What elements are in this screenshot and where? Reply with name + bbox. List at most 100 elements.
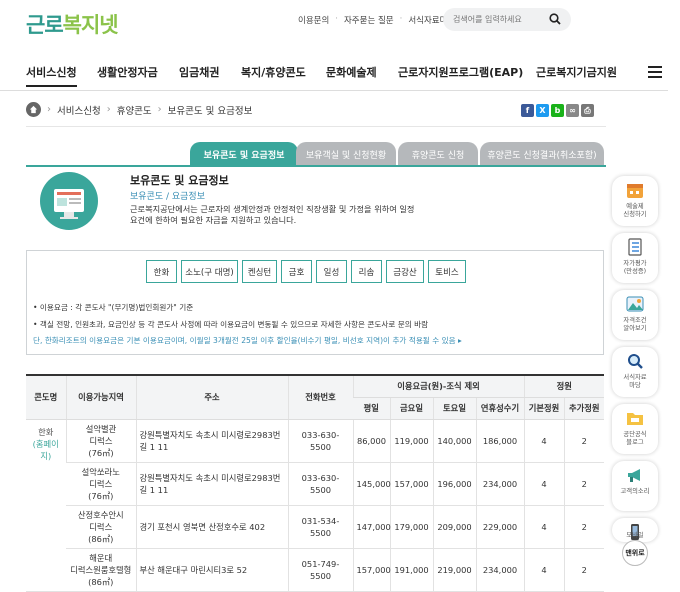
subheader-friday: 금요일 [389, 397, 433, 420]
condo-button-kensington[interactable]: 켄싱턴 [242, 260, 277, 283]
phone-cell: 033-630-5500 [287, 419, 353, 463]
table-row: 설악쏘라노 디럭스 (76㎡) 강원특별자치도 속초시 미시령로2983번길 1… [26, 462, 604, 506]
table-row: 해운대 디럭스원룸호텔형 (86㎡) 부산 해운대구 마린시티3로 52 051… [26, 548, 604, 592]
base-capacity-cell: 4 [523, 419, 564, 463]
address-cell: 강원특별자치도 속초시 미시령로2983번길 1 11 [135, 462, 288, 506]
condo-button-sono[interactable]: 소노(구 대명) [181, 260, 238, 283]
main-nav: 서비스신청 생활안정자금 임금채권 복지/휴양콘도 문화예술제 근로자지원프로그… [0, 62, 680, 87]
home-icon[interactable] [26, 102, 41, 117]
logo-main-text: 근로 [26, 13, 64, 37]
nav-wage-bond[interactable]: 임금채권 [179, 64, 219, 80]
address-cell: 강원특별자치도 속초시 미시령로2983번길 1 11 [135, 419, 288, 463]
quick-item-label: 모바일 [626, 532, 644, 539]
weekday-cell: 157,000 [352, 548, 391, 592]
breadcrumb-item[interactable]: 서비스신청 [57, 103, 101, 117]
search-input[interactable] [453, 15, 543, 24]
folder-icon [627, 413, 643, 425]
blog-share-icon[interactable]: b [551, 104, 564, 117]
condo-button-kumho[interactable]: 금호 [281, 260, 312, 283]
peak-cell: 234,000 [475, 462, 524, 506]
top-link-faq[interactable]: 자주묻는 질문 [344, 14, 394, 26]
subheader-peak: 연휴성수기 [475, 397, 524, 420]
condo-button-ilsung[interactable]: 일성 [316, 260, 347, 283]
region-cell: 해운대 디럭스원룸호텔형 (86㎡) [66, 548, 136, 592]
quick-item-label: 자가평가 (만성증) [623, 260, 647, 275]
top-link-inquiry[interactable]: 이용문의 [298, 14, 329, 26]
weekday-cell: 147,000 [352, 505, 391, 549]
phone-cell: 051-749-5500 [287, 548, 353, 592]
search-icon[interactable] [549, 13, 561, 25]
link-copy-icon[interactable]: ∞ [566, 104, 579, 117]
breadcrumb-item-current: 보유콘도 및 요금정보 [167, 105, 253, 117]
quick-item-label: 예술제 신청하기 [623, 203, 647, 218]
scroll-top-button[interactable]: 맨위로 [622, 540, 648, 566]
condo-rate-table: 콘도명 이용가능지역 주소 전화번호 이용요금(원)-조식 제외 정원 평일 금… [26, 374, 604, 592]
nav-eap[interactable]: 근로자지원프로그램(EAP) [398, 64, 523, 80]
checklist-icon [628, 238, 642, 256]
address-cell: 부산 해운대구 마린시티3로 52 [135, 548, 288, 592]
peak-cell: 186,000 [475, 419, 524, 463]
nav-service-apply[interactable]: 서비스신청 [26, 64, 77, 87]
extra-capacity-cell: 2 [563, 505, 604, 549]
quick-item-culture-apply[interactable]: 예술제 신청하기 [612, 176, 658, 226]
tab-condo-apply[interactable]: 휴양콘도 신청 [398, 142, 478, 166]
nav-divider [0, 90, 668, 91]
phone-cell: 033-630-5500 [287, 462, 353, 506]
chevron-right-icon: › [106, 104, 111, 115]
condo-button-resom[interactable]: 리솜 [351, 260, 382, 283]
site-logo[interactable]: 근로복지넷 [26, 9, 119, 39]
logo-accent-text: 복지넷 [62, 13, 119, 37]
condo-button-kumgangsan[interactable]: 금강산 [386, 260, 424, 283]
menu-icon[interactable] [648, 66, 662, 78]
table-row: 산정호수안시 디럭스 (86㎡) 경기 포천시 영북면 산정호수로 402 03… [26, 505, 604, 549]
quick-item-label: 공단공식 블로그 [623, 431, 647, 446]
friday-cell: 119,000 [389, 419, 433, 463]
nav-culture-festival[interactable]: 문화예술제 [326, 64, 377, 80]
quick-item-blog[interactable]: 공단공식 블로그 [612, 404, 658, 454]
subheader-extra-capacity: 추가정원 [563, 397, 604, 420]
tab-room-status[interactable]: 보유객실 및 신청현황 [296, 142, 396, 166]
condo-homepage-link[interactable]: (홈페이지) [33, 439, 59, 461]
nav-welfare-fund[interactable]: 근로복지기금지원 [536, 64, 617, 80]
search-icon [628, 354, 643, 369]
quick-item-mobile[interactable]: 모바일 [612, 518, 658, 542]
region-cell: 설악쏘라노 디럭스 (76㎡) [66, 462, 136, 506]
condo-info-box: 한화 소노(구 대명) 켄싱턴 금호 일성 리솜 금강산 토비스 • 이용요금 … [26, 250, 604, 355]
tab-apply-result[interactable]: 휴양콘도 신청결과(취소포함) [480, 142, 604, 166]
quick-item-voice[interactable]: 고객의소리 [612, 461, 658, 511]
quick-item-eligibility[interactable]: 자격조건 알아보기 [612, 290, 658, 340]
weekday-cell: 86,000 [352, 419, 390, 463]
quick-item-label: 서식자료 마당 [623, 374, 647, 389]
extra-capacity-cell: 2 [563, 419, 604, 463]
x-share-icon[interactable]: X [536, 104, 549, 117]
header-region: 이용가능지역 [65, 374, 136, 420]
base-capacity-cell: 4 [523, 505, 564, 549]
saturday-cell: 140,000 [432, 419, 476, 463]
subheader-base-capacity: 기본정원 [523, 397, 564, 420]
page-title: 보유콘도 및 요금정보 [130, 174, 229, 187]
condo-button-tobis[interactable]: 토비스 [428, 260, 466, 283]
nav-living-fund[interactable]: 생활안정자금 [97, 64, 158, 80]
note-hanwha-discount[interactable]: 단, 한화리조트의 이용요금은 기본 이용요금이며, 이월일 3개월전 25일 … [33, 335, 462, 346]
friday-cell: 157,000 [389, 462, 433, 506]
facebook-share-icon[interactable]: f [521, 104, 534, 117]
peak-cell: 234,000 [475, 548, 524, 592]
document-icon [40, 172, 98, 230]
breadcrumb-item[interactable]: 휴양콘도 [117, 103, 152, 117]
quick-item-label: 고객의소리 [620, 488, 650, 495]
note-rate-basis: • 이용요금 : 각 콘도사 "(무기명)법인회원가" 기준 [33, 303, 194, 312]
page-description: 근로복지공단에서는 근로자의 생계안정과 안정적인 직장생활 및 가정을 위하여… [130, 204, 415, 225]
print-icon[interactable]: ⎙ [581, 104, 594, 117]
breadcrumb-divider [26, 126, 606, 127]
tab-condo-rates[interactable]: 보유콘도 및 요금정보 [190, 142, 298, 166]
nav-welfare-condo[interactable]: 복지/휴양콘도 [241, 64, 306, 80]
condo-name-cell: 한화 (홈페이지) [26, 419, 66, 592]
table-row: 한화 (홈페이지) 설악별관 디럭스 (76㎡) 강원특별자치도 속초시 미시령로… [26, 419, 604, 592]
condo-button-hanwha[interactable]: 한화 [146, 260, 177, 283]
quick-item-self-check[interactable]: 자가평가 (만성증) [612, 233, 658, 283]
condo-button-row: 한화 소노(구 대명) 켄싱턴 금호 일성 리솜 금강산 토비스 [146, 260, 466, 283]
subheader-weekday: 평일 [353, 397, 390, 420]
chevron-right-icon: › [47, 104, 51, 115]
phone-cell: 031-534-5500 [287, 505, 353, 549]
quick-item-forms[interactable]: 서식자료 마당 [612, 347, 658, 397]
